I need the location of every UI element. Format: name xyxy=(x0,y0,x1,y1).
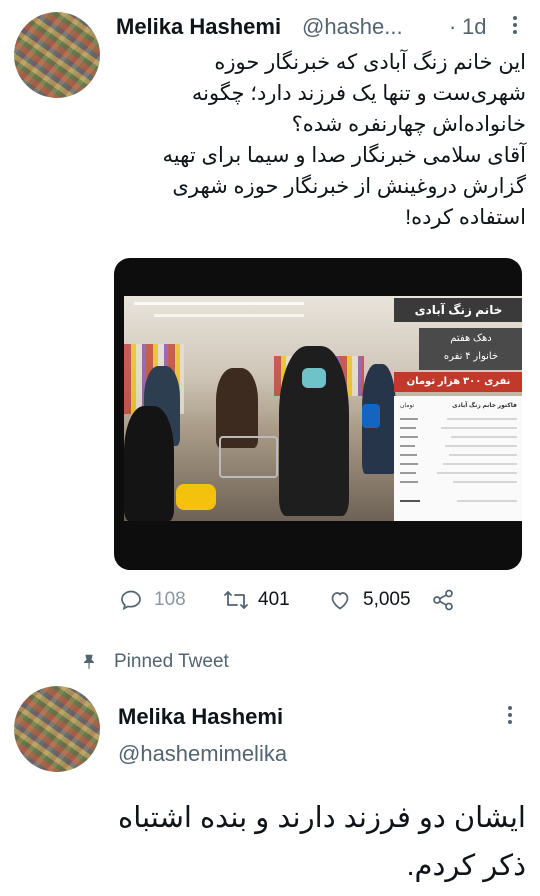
receipt-row xyxy=(443,463,517,465)
receipt-panel: فاکتور خانم زنگ آبادی تومان xyxy=(394,396,522,521)
tweet-text: این خانم زنگ آبادی که خبرنگار حوزه شهری‌… xyxy=(110,47,526,233)
receipt-value xyxy=(400,463,418,465)
author-name[interactable]: Melika Hashemi xyxy=(116,14,281,40)
tweet-text-line: ایشان دو فرزند دارند و بنده اشتباه xyxy=(118,802,526,834)
reply-icon xyxy=(121,590,141,611)
receipt-value xyxy=(400,454,417,456)
share-icon xyxy=(433,589,453,611)
retweet-icon xyxy=(224,591,248,609)
tweet-media-video[interactable]: خانم زنگ آبادی دهک هفتم خانوار ۴ نفره نف… xyxy=(114,258,522,570)
ceiling-lights xyxy=(154,314,304,317)
receipt-value xyxy=(400,427,416,429)
author-handle[interactable]: @hashemimelika xyxy=(118,741,287,767)
video-frame: خانم زنگ آبادی دهک هفتم خانوار ۴ نفره نف… xyxy=(124,296,522,521)
subtitle-line: خانوار ۴ نفره xyxy=(443,351,499,362)
receipt-unit: تومان xyxy=(400,403,415,409)
tweet-text-line: آقای سلامی خبرنگار صدا و سیما برای تهیه xyxy=(162,144,526,167)
tweet-text-line: ذکر کردم. xyxy=(406,850,526,882)
avatar[interactable] xyxy=(14,686,100,772)
yellow-bag xyxy=(176,484,216,510)
receipt-row xyxy=(437,472,517,474)
tweet-text-line: شهری‌ست و تنها یک فرزند دارد؛ چگونه xyxy=(191,82,526,105)
receipt-value xyxy=(400,481,418,483)
person-foreground xyxy=(124,406,174,521)
share-button[interactable] xyxy=(430,588,456,612)
receipt-row xyxy=(457,500,517,502)
reply-count: 108 xyxy=(154,589,186,610)
receipt-row xyxy=(445,445,517,447)
tweet-text-line: استفاده کرده! xyxy=(405,206,526,229)
tweet-text-line: خانواده‌اش چهارنفره شده؟ xyxy=(291,113,526,136)
subtitle-line: دهک هفتم xyxy=(450,333,492,344)
receipt-value xyxy=(400,445,415,447)
avatar[interactable] xyxy=(14,12,100,98)
more-icon[interactable] xyxy=(513,16,517,37)
pin-icon xyxy=(80,653,98,676)
reply-button[interactable]: 108 xyxy=(118,588,186,612)
like-count: 5,005 xyxy=(363,589,411,610)
ceiling-lights xyxy=(134,302,304,305)
receipt-title: فاکتور خانم زنگ آبادی xyxy=(452,403,517,409)
microphone xyxy=(362,404,380,428)
face-mask xyxy=(302,368,326,388)
price-banner: نفری ۳۰۰ هزار تومان xyxy=(394,372,522,392)
author-name[interactable]: Melika Hashemi xyxy=(118,704,283,730)
like-button[interactable]: 5,005 xyxy=(327,588,411,612)
retweet-count: 401 xyxy=(258,589,290,610)
receipt-row xyxy=(451,436,517,438)
tweet-text-line: گزارش دروغینش از خبرنگار حوزه شهری xyxy=(172,175,526,198)
tweet-time[interactable]: 1d xyxy=(462,14,486,40)
tweet-text-line: این خانم زنگ آبادی که خبرنگار حوزه xyxy=(214,51,526,74)
receipt-value xyxy=(400,472,416,474)
separator-dot: · xyxy=(449,14,457,39)
tweet-text: ایشان دو فرزند دارند و بنده اشتباه ذکر ک… xyxy=(14,794,526,890)
author-handle[interactable]: @hashe... xyxy=(302,14,403,40)
receipt-row xyxy=(453,481,517,483)
title-card: خانم زنگ آبادی xyxy=(394,298,522,322)
cart xyxy=(219,436,278,478)
subtitle-card: دهک هفتم خانوار ۴ نفره xyxy=(419,328,522,370)
more-icon[interactable] xyxy=(508,706,512,727)
receipt-total xyxy=(400,500,420,502)
retweet-button[interactable]: 401 xyxy=(222,588,290,612)
receipt-row xyxy=(449,454,517,456)
like-icon xyxy=(331,592,349,610)
receipt-value xyxy=(400,418,418,420)
receipt-value xyxy=(400,436,418,438)
receipt-row xyxy=(441,427,517,429)
pinned-label: Pinned Tweet xyxy=(114,651,229,672)
receipt-row xyxy=(447,418,517,420)
